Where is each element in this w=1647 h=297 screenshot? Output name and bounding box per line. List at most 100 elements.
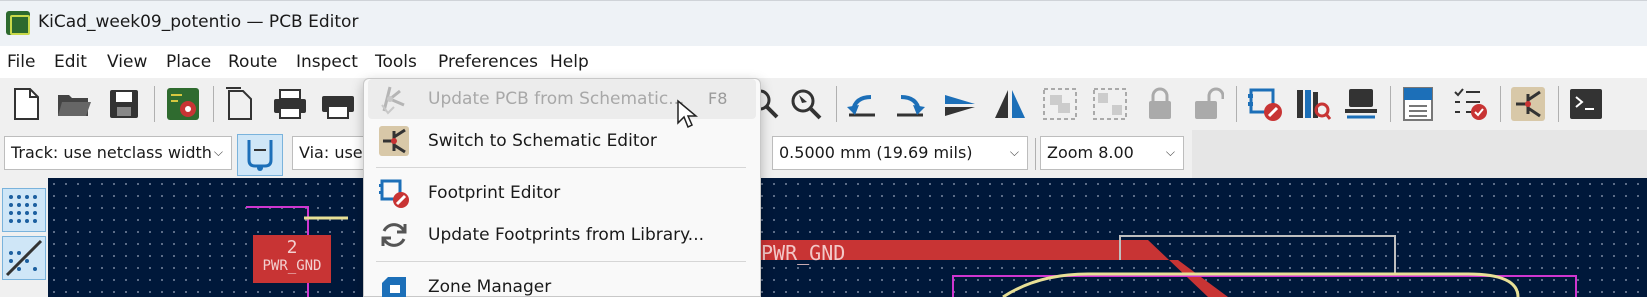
group-button[interactable] bbox=[1040, 84, 1080, 124]
grid-select[interactable]: 0.5000 mm (19.69 mils) ⌵ bbox=[772, 136, 1028, 170]
footprint-editor-button[interactable] bbox=[1245, 84, 1285, 124]
chevron-down-icon: ⌵ bbox=[1165, 145, 1175, 159]
grid-toggle-button[interactable] bbox=[2, 188, 46, 232]
grid-value: 0.5000 mm (19.69 mils) bbox=[779, 143, 973, 162]
printer-icon bbox=[274, 89, 306, 119]
menu-tools[interactable]: Tools bbox=[375, 52, 417, 72]
schematic-editor-icon bbox=[1511, 87, 1545, 121]
toolbar-separator bbox=[154, 86, 155, 122]
menu-route[interactable]: Route bbox=[228, 52, 277, 72]
menu-inspect[interactable]: Inspect bbox=[296, 52, 358, 72]
page-settings-button[interactable] bbox=[220, 84, 260, 124]
group-icon bbox=[1043, 88, 1077, 120]
new-file-icon bbox=[14, 88, 39, 120]
mirror-icon bbox=[995, 90, 1025, 118]
schematic-editor-button[interactable] bbox=[1508, 84, 1548, 124]
toolbar-separator bbox=[1390, 86, 1391, 122]
menu-item-update-footprints-from-library[interactable]: Update Footprints from Library... bbox=[368, 215, 756, 255]
menu-item-footprint-editor[interactable]: Footprint Editor bbox=[368, 173, 756, 213]
flip-board-button[interactable] bbox=[940, 84, 980, 124]
track-width-value: Track: use netclass width bbox=[11, 143, 212, 162]
drc-checklist-icon bbox=[1454, 88, 1487, 120]
terminal-icon bbox=[1570, 89, 1602, 119]
track-net-label: PWR_GND bbox=[761, 241, 846, 265]
menu-help[interactable]: Help bbox=[550, 52, 589, 72]
footprint-pad[interactable]: 2 PWR_GND bbox=[253, 235, 331, 283]
scripting-console-button[interactable] bbox=[1566, 84, 1606, 124]
drc-button[interactable] bbox=[1450, 84, 1490, 124]
grid-dots-icon bbox=[9, 195, 37, 223]
plot-button[interactable] bbox=[318, 84, 358, 124]
toolbar-separator bbox=[1558, 86, 1559, 122]
menu-item-label: Switch to Schematic Editor bbox=[428, 131, 657, 151]
footprint-editor-icon bbox=[379, 179, 409, 208]
ungroup-button[interactable] bbox=[1090, 84, 1130, 124]
menu-item-label: Footprint Editor bbox=[428, 183, 561, 203]
menu-item-label: Update PCB from Schematic... bbox=[428, 89, 685, 109]
rotate-cw-button[interactable] bbox=[890, 84, 930, 124]
board-setup-button[interactable] bbox=[163, 84, 203, 124]
toolbar-separator bbox=[213, 86, 214, 122]
menu-item-shortcut: F8 bbox=[708, 89, 728, 108]
3d-viewer-button[interactable] bbox=[1341, 84, 1381, 124]
pad-number: 2 bbox=[286, 237, 298, 258]
menu-item-label: Update Footprints from Library... bbox=[428, 225, 705, 245]
chevron-down-icon: ⌵ bbox=[1009, 145, 1019, 159]
footprint-editor-icon bbox=[1248, 88, 1282, 121]
footprint-browser-button[interactable] bbox=[1293, 84, 1333, 124]
grid-overrides-button[interactable] bbox=[2, 236, 46, 280]
unlock-icon bbox=[1195, 87, 1224, 119]
pcb-editor-window: KiCad_week09_potentio — PCB Editor File … bbox=[0, 0, 1647, 297]
menu-view[interactable]: View bbox=[107, 52, 147, 72]
menu-item-zone-manager[interactable]: Zone Manager bbox=[368, 267, 756, 297]
pad-net-name: PWR_GND bbox=[262, 258, 322, 274]
flip-icon bbox=[945, 95, 975, 116]
zone-manager-icon bbox=[382, 277, 406, 297]
auto-track-width-toggle[interactable] bbox=[237, 134, 283, 176]
via-size-value: Via: use bbox=[299, 143, 363, 162]
menu-place[interactable]: Place bbox=[166, 52, 211, 72]
schematic-editor-icon bbox=[379, 126, 409, 156]
zoom-value: Zoom 8.00 bbox=[1047, 143, 1134, 162]
board-setup-icon bbox=[167, 88, 199, 120]
window-title: KiCad_week09_potentio — PCB Editor bbox=[38, 12, 359, 32]
library-browser-icon bbox=[1297, 90, 1331, 120]
mouse-pointer-icon bbox=[677, 99, 698, 129]
toolbar-separator bbox=[1236, 86, 1237, 122]
rotate-ccw-button[interactable] bbox=[842, 84, 882, 124]
lock-icon bbox=[1149, 87, 1171, 119]
open-board-button[interactable] bbox=[54, 84, 94, 124]
zoom-selection-button[interactable] bbox=[786, 84, 826, 124]
track-width-select[interactable]: Track: use netclass width ⌵ bbox=[4, 136, 232, 170]
mirror-button[interactable] bbox=[990, 84, 1030, 124]
unlock-button[interactable] bbox=[1188, 84, 1228, 124]
refresh-icon bbox=[381, 223, 407, 247]
left-toolbar bbox=[0, 178, 48, 297]
print-button[interactable] bbox=[270, 84, 310, 124]
main-toolbar bbox=[0, 78, 1647, 130]
menu-preferences[interactable]: Preferences bbox=[438, 52, 538, 72]
lock-button[interactable] bbox=[1140, 84, 1180, 124]
tools-menu-dropdown: Update PCB from Schematic... F8 Switch t… bbox=[363, 78, 761, 297]
ungroup-icon bbox=[1093, 88, 1127, 120]
menu-separator bbox=[376, 167, 746, 168]
menu-edit[interactable]: Edit bbox=[54, 52, 87, 72]
save-button[interactable] bbox=[104, 84, 144, 124]
pcb-canvas[interactable]: 2 PWR_GND PWR_GND bbox=[48, 178, 1647, 297]
menu-file[interactable]: File bbox=[7, 52, 35, 72]
toolbar-separator bbox=[1035, 138, 1036, 170]
netlist-icon bbox=[1403, 87, 1433, 121]
zoom-to-selection-icon bbox=[791, 89, 822, 120]
toolbar-filler bbox=[1192, 130, 1647, 178]
zoom-select[interactable]: Zoom 8.00 ⌵ bbox=[1040, 136, 1184, 170]
rotate-cw-icon bbox=[897, 95, 925, 117]
new-board-button[interactable] bbox=[6, 84, 46, 124]
menu-bar: File Edit View Place Route Inspect Tools… bbox=[0, 46, 1647, 78]
3d-viewer-icon bbox=[1345, 89, 1377, 119]
load-netlist-button[interactable] bbox=[1398, 84, 1438, 124]
chevron-down-icon: ⌵ bbox=[213, 145, 223, 159]
rotate-ccw-icon bbox=[847, 95, 875, 117]
update-pcb-icon bbox=[381, 86, 405, 115]
folder-open-icon bbox=[58, 95, 91, 116]
page-settings-icon bbox=[226, 87, 252, 120]
